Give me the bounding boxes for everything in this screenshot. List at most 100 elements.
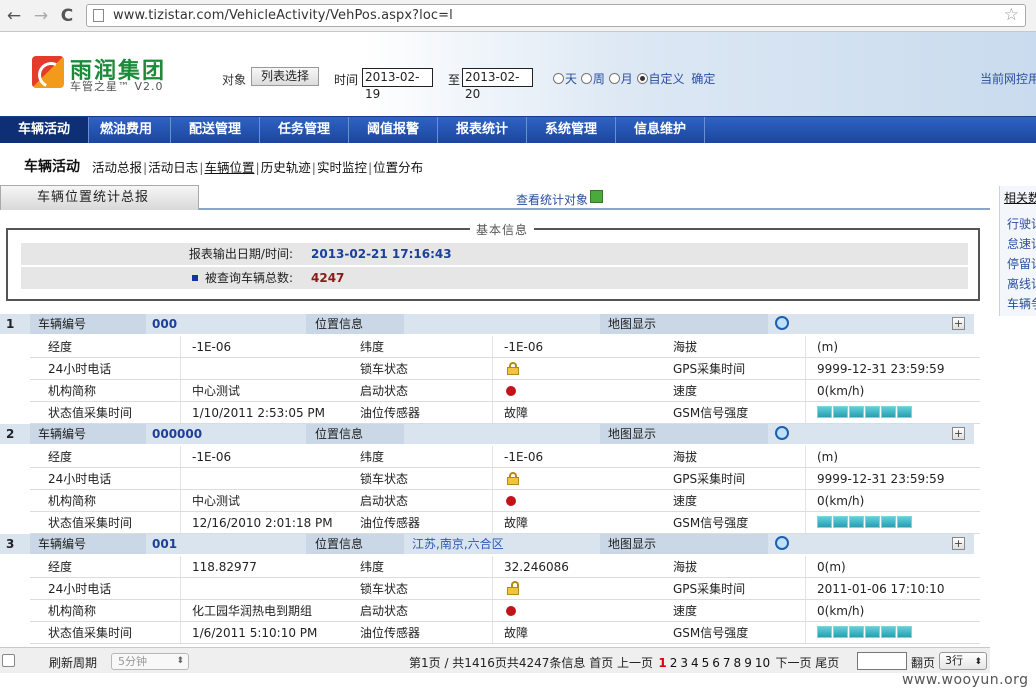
date-to-input[interactable]: 2013-02-20 [462,68,533,101]
related-link[interactable]: 行驶记 [1007,215,1036,232]
nav-report-stats[interactable]: 报表统计 [438,117,527,143]
page-link[interactable]: 2 [670,656,678,670]
address-bar[interactable]: www.tizistar.com/VehicleActivity/VehPos.… [86,4,1026,27]
related-panel: 相关数 行驶记 怠速记 停留记 离线记 车辆争 [999,186,1036,316]
record-row: 机构简称 化工园华润热电到期组 启动状态 速度 0(km/h) [30,600,980,622]
radio-day[interactable]: 天 [553,72,577,86]
nav-fuel-cost[interactable]: 燃油费用 [82,117,171,143]
section-tab[interactable]: 车辆位置统计总报 [0,185,199,210]
expand-icon[interactable]: + [952,427,965,440]
refresh-checkbox[interactable] [2,654,15,667]
record-header: 2 车辆编号 000000 位置信息 地图显示 + [0,424,974,444]
goto-page-input[interactable] [857,652,907,670]
vehicle-count-row: 被查询车辆总数: 4247 [21,267,968,289]
page-link[interactable]: 7 [723,656,731,670]
location-label: 位置信息 [306,534,404,554]
phone-label: 24小时电话 [48,472,112,486]
record-row: 24小时电话 锁车状态 GPS采集时间 2011-01-06 17:10:10 [30,578,980,600]
date-from-input[interactable]: 2013-02-19 [362,68,433,101]
view-stats-link[interactable]: 查看统计对象 [516,190,604,208]
unlock-icon [507,581,519,595]
speed-value: 0(km/h) [817,494,865,508]
lng-value: 118.82977 [192,560,257,574]
related-link[interactable]: 车辆争 [1007,295,1036,312]
expand-icon[interactable]: + [952,317,965,330]
subnav-vehicle-position[interactable]: 车辆位置 [204,160,254,175]
gps-time-value: 9999-12-31 23:59:59 [817,362,945,376]
signal-bar [833,626,848,638]
subnav-activity-summary[interactable]: 活动总报 [92,160,142,175]
related-link[interactable]: 停留记 [1007,255,1036,272]
refresh-select[interactable]: 5分钟 ⬍ [111,653,189,670]
gps-time-label: GPS采集时间 [673,362,746,376]
location-value: 江苏,南京,六合区 [412,537,504,551]
lat-label: 纬度 [360,340,385,354]
goto-label[interactable]: 翻页 [911,654,935,671]
map-search-icon[interactable] [775,316,789,330]
bookmark-star-icon[interactable]: ☆ [1004,5,1019,26]
record-row: 24小时电话 锁车状态 GPS采集时间 9999-12-31 23:59:59 [30,468,980,490]
current-user-link[interactable]: 当前网控用 [980,70,1036,87]
oil-value: 故障 [504,406,529,420]
nav-threshold-alarm[interactable]: 阈值报警 [349,117,438,143]
subnav-history-track[interactable]: 历史轨迹 [261,160,311,175]
map-search-icon[interactable] [775,536,789,550]
lat-label: 纬度 [360,560,385,574]
record-row: 状态值采集时间 1/10/2011 2:53:05 PM 油位传感器 故障 GSM信号强… [30,402,980,424]
page-link[interactable]: 9 [744,656,752,670]
org-value: 中心测试 [192,494,241,508]
watermark: www.wooyun.org [902,672,1029,688]
subnav-activity-log[interactable]: 活动日志 [148,160,198,175]
related-link[interactable]: 离线记 [1007,275,1036,292]
related-link[interactable]: 怠速记 [1007,235,1036,252]
reload-button[interactable]: C [57,6,77,26]
page-link[interactable]: 8 [734,656,742,670]
subnav-realtime-monitor[interactable]: 实时监控 [317,160,367,175]
gsm-label: GSM信号强度 [673,626,749,640]
forward-button[interactable]: → [31,6,51,26]
expand-icon[interactable]: + [952,537,965,550]
basic-info-box: 基本信息 报表输出日期/时间: 2013-02-21 17:16:43 被查询车… [6,221,980,301]
record-number: 1 [6,317,15,331]
main-nav: 车辆活动 燃油费用 配送管理 任务管理 阈值报警 报表统计 系统管理 信息维护 [0,116,1036,143]
nav-system[interactable]: 系统管理 [527,117,616,143]
page-link[interactable]: 4 [691,656,699,670]
list-select-button[interactable]: 列表选择 [251,67,319,86]
gsm-label: GSM信号强度 [673,516,749,530]
pager-next-last[interactable]: 下一页 尾页 [775,656,839,670]
logo-icon [32,56,64,88]
rows-per-page-select[interactable]: 3行 ⬍ [939,652,987,670]
radio-custom[interactable]: 自定义 [636,72,685,86]
signal-bar [865,626,880,638]
nav-vehicle-activity[interactable]: 车辆活动 [0,117,89,143]
page-link[interactable]: 3 [680,656,688,670]
period-radio-group: 天 周 月 自定义 确定 [553,70,715,87]
browser-toolbar: ← → C www.tizistar.com/VehicleActivity/V… [0,0,1036,32]
page-link[interactable]: 10 [755,656,770,670]
nav-info-maint[interactable]: 信息维护 [616,117,705,143]
url-text: www.tizistar.com/VehicleActivity/VehPos.… [113,8,453,23]
subnav-position-dist[interactable]: 位置分布 [373,160,423,175]
sub-nav-title: 车辆活动 [24,159,80,175]
map-label: 地图显示 [600,314,768,334]
lat-label: 纬度 [360,450,385,464]
app-header: 雨润集团 车管之星™ V2.0 对象 列表选择 时间 2013-02-19 至 … [0,32,1036,116]
page-link[interactable]: 1 [658,656,666,670]
signal-bar [897,516,912,528]
back-button[interactable]: ← [4,6,24,26]
signal-bar [881,516,896,528]
nav-task[interactable]: 任务管理 [260,117,349,143]
lock-icon [507,472,519,485]
signal-bar [897,406,912,418]
nav-delivery[interactable]: 配送管理 [171,117,260,143]
radio-month[interactable]: 月 [608,72,633,86]
page-link[interactable]: 5 [702,656,710,670]
confirm-link[interactable]: 确定 [691,72,715,86]
status-time-label: 状态值采集时间 [48,406,133,420]
record-header: 3 车辆编号 001 位置信息 江苏,南京,六合区 地图显示 + [0,534,974,554]
speed-label: 速度 [673,384,698,398]
page-link[interactable]: 6 [712,656,720,670]
radio-week[interactable]: 周 [580,72,605,86]
map-search-icon[interactable] [775,426,789,440]
record-row: 机构简称 中心测试 启动状态 速度 0(km/h) [30,490,980,512]
